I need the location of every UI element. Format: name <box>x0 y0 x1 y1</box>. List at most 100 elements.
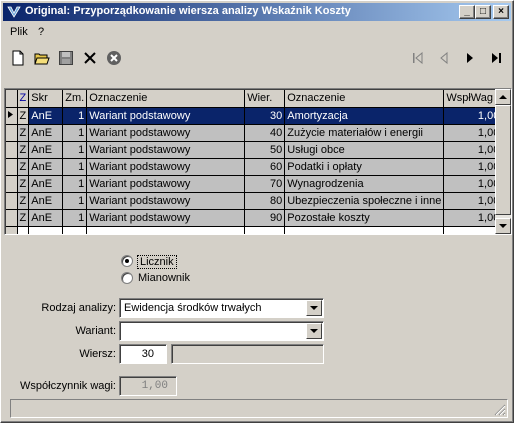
data-grid[interactable]: Z Skr Zm. Oznaczenie Wier. Oznaczenie Ws… <box>4 88 512 235</box>
cell-skr[interactable]: AnE <box>28 209 64 227</box>
cell-skr[interactable]: AnE <box>28 141 64 159</box>
cell-skr[interactable]: AnE <box>28 175 64 193</box>
table-row[interactable]: Z AnE 1 Wariant podstawowy 30 Amortyzacja 1,00 <box>6 107 503 125</box>
table-row[interactable]: Z AnE 1 Wariant podstawowy 90 Pozostałe koszt… <box>6 209 503 227</box>
cell-zm[interactable]: 1 <box>62 141 88 159</box>
cell-wspwag[interactable]: 1,00 <box>443 158 503 176</box>
cell-wspwag[interactable]: 1,00 <box>443 141 503 159</box>
cell-zm[interactable]: 1 <box>62 158 88 176</box>
minimize-button[interactable]: _ <box>459 5 475 19</box>
table-row[interactable]: Z AnE 1 Wariant podstawowy 70 Wynagrodzenia 1,… <box>6 175 503 193</box>
cell-skr[interactable]: AnE <box>28 158 64 176</box>
cell-z[interactable]: Z <box>17 107 30 125</box>
table-row[interactable]: Z AnE 1 Wariant podstawowy 50 Usługi obce 1,00 <box>6 141 503 159</box>
table-row[interactable]: Z AnE 1 Wariant podstawowy 60 Podatki i opłat… <box>6 158 503 176</box>
cell-wspwag[interactable]: 1,00 <box>443 107 503 125</box>
cell-zm[interactable]: 1 <box>62 192 88 210</box>
cell-oznaczenie-wiersza[interactable]: Usługi obce <box>284 141 445 159</box>
col-header-skr[interactable]: Skr <box>28 90 64 108</box>
menu-plik[interactable]: Plik <box>10 26 28 38</box>
cell-zm[interactable]: 1 <box>62 107 88 125</box>
cell-oznaczenie-wiersza[interactable]: Amortyzacja <box>284 107 445 125</box>
close-button[interactable]: × <box>493 5 509 19</box>
wariant-select[interactable] <box>119 321 324 341</box>
cell-oznaczenie-wiersza[interactable]: Zużycie materiałów i energii <box>284 124 445 142</box>
last-record-icon[interactable] <box>485 47 507 69</box>
menu-help[interactable]: ? <box>38 26 44 38</box>
cell-zm[interactable]: 1 <box>62 209 88 227</box>
vertical-scrollbar[interactable] <box>495 89 511 234</box>
resize-grip-icon[interactable] <box>494 404 506 416</box>
cell-wier[interactable]: 70 <box>244 175 286 193</box>
radio-mianownik-circle[interactable] <box>121 272 133 284</box>
first-record-icon[interactable] <box>407 47 429 69</box>
cell-wier[interactable]: 60 <box>244 158 286 176</box>
cell-oznaczenie[interactable]: Wariant podstawowy <box>86 107 246 125</box>
cell-oznaczenie[interactable]: Wariant podstawowy <box>86 158 246 176</box>
cell-skr[interactable]: AnE <box>28 107 64 125</box>
cell-oznaczenie-wiersza[interactable]: Wynagrodzenia <box>284 175 445 193</box>
table-row[interactable]: Z AnE 1 Wariant podstawowy 40 Zużycie materia… <box>6 124 503 142</box>
cell-wier[interactable]: 50 <box>244 141 286 159</box>
cell-oznaczenie[interactable]: Wariant podstawowy <box>86 192 246 210</box>
rodzaj-analizy-select[interactable]: Ewidencja środków trwałych <box>119 298 324 318</box>
col-header-oznaczenie[interactable]: Oznaczenie <box>86 90 246 108</box>
col-header-zm[interactable]: Zm. <box>62 90 88 108</box>
cell-zm[interactable]: 1 <box>62 124 88 142</box>
cell-z[interactable]: Z <box>17 124 30 142</box>
cell-z[interactable]: Z <box>17 175 30 193</box>
wspolczynnik-value: 1,00 <box>141 380 168 392</box>
cell-z[interactable]: Z <box>17 141 30 159</box>
cell-wier[interactable]: 30 <box>244 107 286 125</box>
cell-z[interactable]: Z <box>17 192 30 210</box>
next-record-icon[interactable] <box>459 47 481 69</box>
delete-icon[interactable] <box>79 47 101 69</box>
prev-record-icon[interactable] <box>433 47 455 69</box>
cell-oznaczenie-wiersza[interactable]: Pozostałe koszty <box>284 209 445 227</box>
cancel-icon[interactable] <box>103 47 125 69</box>
cell-z[interactable]: Z <box>17 158 30 176</box>
empty-cell <box>17 226 30 234</box>
cell-wier[interactable]: 80 <box>244 192 286 210</box>
grid-table: Z Skr Zm. Oznaczenie Wier. Oznaczenie Ws… <box>6 90 503 234</box>
table-row[interactable]: Z AnE 1 Wariant podstawowy 80 Ubezpieczenia s… <box>6 192 503 210</box>
maximize-button[interactable]: □ <box>475 5 491 19</box>
save-icon[interactable] <box>55 47 77 69</box>
scroll-down-button[interactable] <box>495 218 511 234</box>
radio-licznik-circle[interactable] <box>121 255 133 267</box>
col-header-oznaczenie-wiersza[interactable]: Oznaczenie <box>284 90 445 108</box>
cell-oznaczenie-wiersza[interactable]: Ubezpieczenia społeczne i inne <box>284 192 445 210</box>
cell-wspwag[interactable]: 1,00 <box>443 175 503 193</box>
open-icon[interactable] <box>31 47 53 69</box>
wariant-dropdown[interactable] <box>306 323 322 339</box>
cell-oznaczenie[interactable]: Wariant podstawowy <box>86 124 246 142</box>
cell-zm[interactable]: 1 <box>62 175 88 193</box>
scroll-thumb[interactable] <box>495 105 511 215</box>
cell-wspwag[interactable]: 1,00 <box>443 124 503 142</box>
scroll-up-button[interactable] <box>495 89 511 105</box>
new-icon[interactable] <box>7 47 29 69</box>
wariant-label: Wariant: <box>75 325 116 337</box>
col-header-wier[interactable]: Wier. <box>244 90 286 108</box>
cell-oznaczenie[interactable]: Wariant podstawowy <box>86 209 246 227</box>
cell-skr[interactable]: AnE <box>28 124 64 142</box>
cell-wspwag[interactable]: 1,00 <box>443 209 503 227</box>
rodzaj-analizy-dropdown[interactable] <box>306 300 322 316</box>
cell-skr[interactable]: AnE <box>28 192 64 210</box>
wspolczynnik-input[interactable]: 1,00 <box>119 376 177 396</box>
chevron-down-icon <box>310 329 318 333</box>
cell-z[interactable]: Z <box>17 209 30 227</box>
col-header-z[interactable]: Z <box>17 90 30 108</box>
cell-oznaczenie[interactable]: Wariant podstawowy <box>86 141 246 159</box>
radio-mianownik[interactable]: Mianownik <box>121 271 211 287</box>
title-bar[interactable]: Original: Przyporządkowanie wiersza anal… <box>3 3 511 21</box>
radio-licznik[interactable]: Licznik <box>121 254 211 270</box>
wiersz-input[interactable]: 30 <box>119 344 167 364</box>
row-indicator <box>6 209 18 227</box>
cell-wier[interactable]: 90 <box>244 209 286 227</box>
cell-wspwag[interactable]: 1,00 <box>443 192 503 210</box>
cell-oznaczenie-wiersza[interactable]: Podatki i opłaty <box>284 158 445 176</box>
cell-oznaczenie[interactable]: Wariant podstawowy <box>86 175 246 193</box>
col-header-wspwag[interactable]: WspłWag <box>443 90 503 108</box>
cell-wier[interactable]: 40 <box>244 124 286 142</box>
